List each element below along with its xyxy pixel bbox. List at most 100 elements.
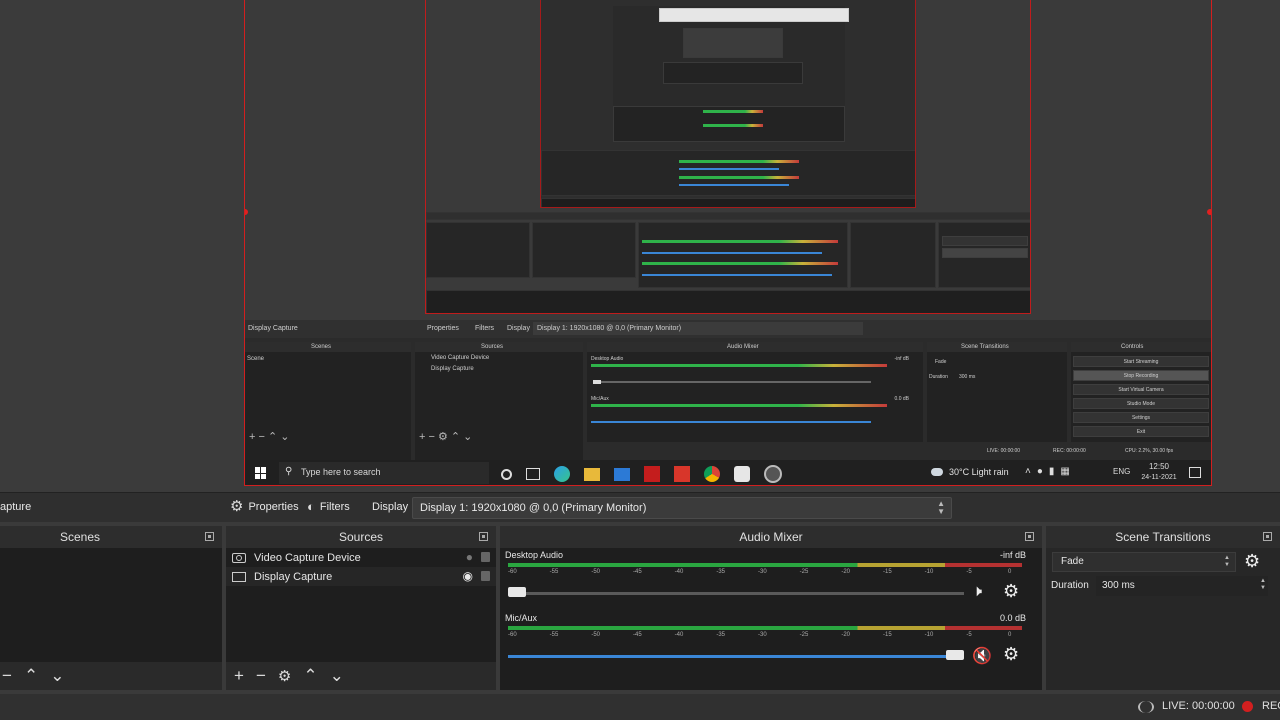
mixer-channel-desktop-audio: Desktop Audio -inf dB -60 -55 -50 -45 -40 -35…: [500, 548, 1042, 611]
embedded-transition-value: Fade: [935, 359, 947, 365]
embedded-sources-title: Sources: [481, 344, 504, 350]
scenes-list[interactable]: [0, 548, 222, 662]
meter-tick-label: -30: [758, 632, 767, 638]
embedded-duration-value: 300 ms: [959, 374, 976, 380]
embedded-mixer-title: Audio Mixer: [727, 344, 759, 350]
source-item-video-capture[interactable]: Video Capture Device ●: [226, 548, 496, 567]
undock-icon[interactable]: [205, 532, 214, 541]
meter-ticks: -60 -55 -50 -45 -40 -35 -30 -25 -20 -15 -10 -5 0: [508, 632, 1022, 642]
channel-settings-icon[interactable]: ⚙: [1003, 644, 1019, 665]
move-up-icon[interactable]: ⌃: [24, 666, 38, 686]
camera-icon: [232, 552, 246, 563]
scenes-title: Scenes: [60, 530, 101, 544]
sources-toolbar: + − ⚙ ⌃ ⌄: [226, 662, 496, 690]
embedded-status-live: LIVE: 00:00:00: [987, 448, 1021, 454]
embedded-control-button: Stop Recording: [1073, 370, 1209, 381]
display-label: Display: [372, 501, 409, 513]
nested-preview-3: [613, 6, 849, 142]
visibility-hidden-icon[interactable]: ●: [466, 550, 473, 564]
volume-slider[interactable]: [508, 592, 964, 595]
channel-db: -inf dB: [999, 550, 1026, 560]
resize-handle[interactable]: [1207, 209, 1211, 215]
lock-icon[interactable]: [481, 552, 490, 562]
lock-icon[interactable]: [481, 571, 490, 581]
meter-tick-label: -10: [924, 632, 934, 638]
embedded-display-value: Display 1: 1920x1080 @ 0,0 (Primary Moni…: [537, 325, 682, 332]
nested-preview-2: [540, 0, 916, 208]
embedded-scene-item: Scene: [247, 356, 265, 362]
visibility-icon[interactable]: ◉: [463, 569, 473, 583]
display-select[interactable]: Display 1: 1920x1080 @ 0,0 (Primary Moni…: [412, 497, 952, 519]
speaker-icon[interactable]: 🕨: [972, 583, 982, 601]
sources-title: Sources: [338, 530, 384, 544]
mixer-channels: Desktop Audio -inf dB -60 -55 -50 -45 -40 -35…: [500, 548, 1042, 690]
undock-icon[interactable]: [479, 532, 488, 541]
meter-tick-label: -25: [799, 569, 809, 575]
sources-dock-title: Sources: [226, 526, 496, 548]
duration-value: 300 ms: [1102, 580, 1135, 591]
embedded-control-button: Start Streaming: [1073, 356, 1209, 367]
transitions-body: Fade ▲ ▼ ⚙ Duration 300 ms ▲ ▼: [1046, 548, 1280, 690]
obs-window: Display Capture Properties Filters Displ…: [0, 0, 1280, 720]
scenes-dock-title: Scenes: [0, 526, 222, 548]
meter-tick-label: -15: [883, 569, 892, 575]
filter-icon: ◐: [307, 499, 315, 514]
remove-source-icon[interactable]: −: [256, 666, 266, 686]
sources-list: Video Capture Device ● Display Capture ◉: [226, 548, 496, 662]
notification-icon: [1189, 467, 1201, 478]
filters-button[interactable]: ◐ Filters: [307, 499, 350, 514]
taskbar-weather: 30°C Light rain: [949, 467, 1009, 477]
volume-slider-knob[interactable]: [946, 650, 964, 660]
transition-settings-icon[interactable]: ⚙: [1244, 551, 1260, 572]
resize-handle[interactable]: [245, 209, 248, 215]
embedded-source-item: Display Capture: [431, 366, 474, 372]
meter-tick-label: -5: [966, 569, 972, 575]
meter-tick-label: -15: [883, 632, 892, 638]
meter-tick-label: -40: [674, 569, 684, 575]
display-capture-preview[interactable]: Display Capture Properties Filters Displ…: [244, 0, 1212, 486]
source-item-display-capture[interactable]: Display Capture ◉: [226, 567, 496, 586]
source-label: Display Capture: [254, 570, 333, 583]
move-down-icon[interactable]: ⌄: [330, 666, 344, 686]
taskbar-search-text: Type here to search: [301, 467, 381, 477]
move-down-icon[interactable]: ⌄: [50, 666, 64, 686]
embedded-transitions-title: Scene Transitions: [961, 344, 1009, 350]
spin-arrows-icon[interactable]: ▲ ▼: [1260, 578, 1266, 592]
remove-scene-icon[interactable]: −: [2, 666, 12, 686]
channel-settings-icon[interactable]: ⚙: [1003, 581, 1019, 602]
embedded-channel-name: Mic/Aux: [591, 396, 609, 402]
volume-slider-knob[interactable]: [508, 587, 526, 597]
weather-icon: [931, 468, 943, 476]
sources-dock: Sources Video Capture Device ● Display C…: [226, 526, 496, 690]
properties-button[interactable]: ⚙ Properties: [230, 499, 299, 514]
embedded-scenes-title: Scenes: [311, 344, 332, 350]
meter-tick-label: -30: [758, 569, 767, 575]
move-up-icon[interactable]: ⌃: [303, 666, 317, 686]
mixer-dock-title: Audio Mixer: [500, 526, 1042, 548]
embedded-source-name: Display Capture: [248, 325, 298, 332]
preview-area[interactable]: Display Capture Properties Filters Displ…: [0, 0, 1280, 492]
channel-name: Mic/Aux: [505, 613, 538, 623]
meter-tick-label: -45: [633, 632, 642, 638]
transition-select[interactable]: Fade ▲ ▼: [1052, 552, 1236, 572]
rec-indicator-icon: [1242, 701, 1253, 712]
meter-tick-label: -50: [591, 569, 600, 575]
selected-source-name: apture: [0, 501, 32, 513]
undock-icon[interactable]: [1263, 532, 1272, 541]
gear-icon: ⚙: [230, 498, 244, 515]
nested-preview-1: [425, 0, 1031, 314]
channel-name: Desktop Audio: [505, 550, 564, 560]
transitions-dock-title: Scene Transitions: [1046, 526, 1280, 548]
source-properties-icon[interactable]: ⚙: [278, 667, 291, 685]
taskbar-time: 12:50: [1148, 462, 1170, 471]
duration-spinbox[interactable]: 300 ms ▲ ▼: [1096, 576, 1268, 596]
display-select-value: Display 1: 1920x1080 @ 0,0 (Primary Moni…: [420, 502, 647, 514]
properties-label: Properties: [248, 500, 299, 513]
undock-icon[interactable]: [1025, 532, 1034, 541]
status-bar: LIVE: 00:00:00 REC: [0, 694, 1280, 720]
status-rec: REC: [1262, 700, 1280, 712]
app-icon: [734, 466, 750, 482]
add-source-icon[interactable]: +: [234, 666, 244, 686]
volume-slider[interactable]: [508, 655, 964, 658]
muted-speaker-icon[interactable]: 🔇: [972, 646, 992, 666]
